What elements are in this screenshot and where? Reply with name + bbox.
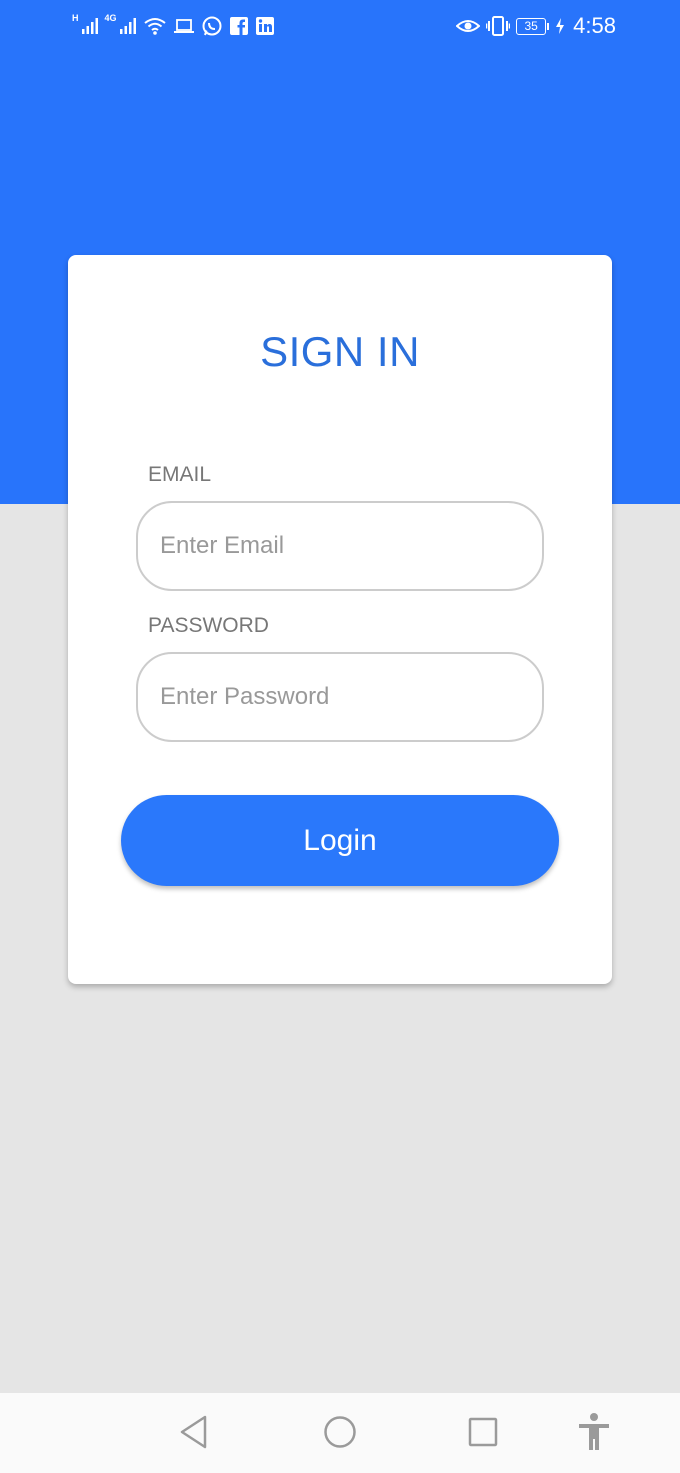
email-field[interactable] <box>136 501 544 591</box>
status-bar-right: 35 4:58 <box>456 12 616 40</box>
clock: 4:58 <box>573 13 616 38</box>
status-bar: H 4G 35 4:58 <box>0 0 680 52</box>
signal-4g-icon <box>119 17 137 35</box>
signal2-type-label: 4G <box>104 13 117 23</box>
password-field[interactable] <box>136 652 544 742</box>
recents-icon <box>468 1417 498 1450</box>
charging-icon <box>555 17 565 35</box>
status-bar-left: H 4G <box>72 12 275 40</box>
back-icon <box>178 1414 210 1453</box>
back-button[interactable] <box>166 1405 222 1461</box>
vibrate-icon <box>486 15 511 37</box>
battery-tip <box>547 22 550 30</box>
laptop-icon <box>173 17 195 35</box>
signal1-type-label: H <box>72 13 79 23</box>
navigation-bar <box>0 1393 680 1473</box>
signal-h-icon <box>81 17 99 35</box>
linkedin-icon <box>255 16 275 36</box>
home-button[interactable] <box>312 1405 368 1461</box>
accessibility-icon <box>576 1412 612 1455</box>
home-icon <box>323 1415 357 1452</box>
password-label: PASSWORD <box>148 614 269 637</box>
battery-icon: 35 <box>516 17 550 35</box>
accessibility-button[interactable] <box>566 1405 622 1461</box>
whatsapp-icon <box>201 15 223 37</box>
recents-button[interactable] <box>455 1405 511 1461</box>
battery-level: 35 <box>516 17 547 35</box>
facebook-icon <box>229 16 249 36</box>
sign-in-title: SIGN IN <box>260 328 420 375</box>
wifi-icon <box>143 16 167 36</box>
eye-icon <box>456 17 481 35</box>
login-button[interactable]: Login <box>121 795 559 886</box>
email-label: EMAIL <box>148 463 212 486</box>
